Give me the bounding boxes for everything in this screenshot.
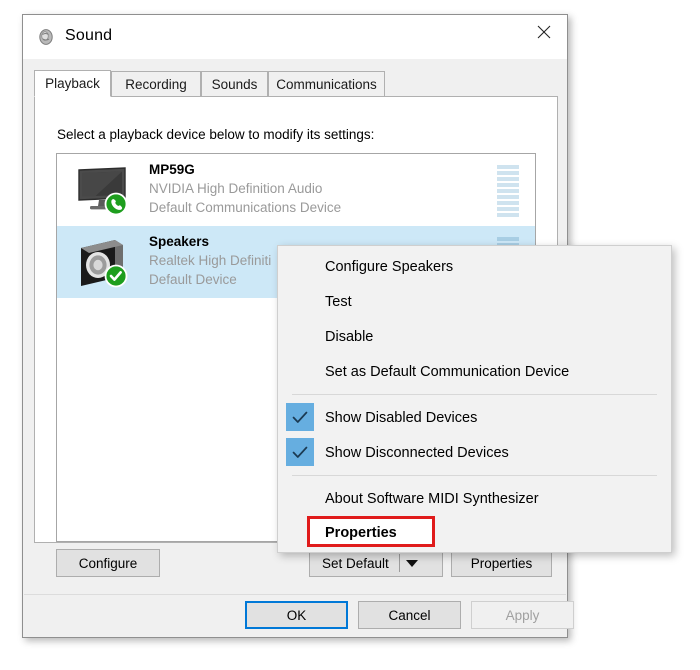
cancel-button[interactable]: Cancel — [358, 601, 461, 629]
tab-recording-label: Recording — [125, 76, 187, 92]
menu-item-label: Disable — [325, 328, 374, 345]
menu-item-label: About Software MIDI Synthesizer — [325, 490, 539, 507]
title-bar: Sound — [23, 15, 567, 59]
footer-divider — [24, 594, 566, 595]
apply-button: Apply — [471, 601, 574, 629]
cancel-button-label: Cancel — [388, 607, 431, 623]
menu-item-about-software-midi-synthesizer[interactable]: About Software MIDI Synthesizer — [278, 481, 671, 516]
device-action-row: Configure Set Default Properties — [23, 549, 567, 593]
menu-item-show-disabled-devices[interactable]: Show Disabled Devices — [278, 400, 671, 435]
menu-item-label: Set as Default Communication Device — [325, 363, 570, 380]
configure-button[interactable]: Configure — [56, 549, 160, 577]
properties-button[interactable]: Properties — [451, 549, 552, 577]
meter-segment — [497, 183, 519, 187]
menu-item-test[interactable]: Test — [278, 284, 671, 319]
properties-button-label: Properties — [470, 555, 533, 571]
volume-meter — [497, 165, 519, 217]
device-status: Default Device — [149, 272, 237, 287]
tab-playback[interactable]: Playback — [34, 70, 111, 97]
meter-segment — [497, 207, 519, 211]
menu-item-label: Configure Speakers — [325, 258, 454, 275]
menu-item-configure-speakers[interactable]: Configure Speakers — [278, 249, 671, 284]
configure-button-label: Configure — [78, 555, 138, 571]
meter-segment — [497, 195, 519, 199]
chevron-down-icon[interactable] — [400, 559, 424, 567]
device-text-block: Speakers Realtek High Definiti Default D… — [149, 232, 271, 289]
device-driver: NVIDIA High Definition Audio — [149, 181, 323, 196]
menu-item-show-disconnected-devices[interactable]: Show Disconnected Devices — [278, 435, 671, 470]
set-default-split-button[interactable]: Set Default — [309, 549, 443, 577]
menu-item-label: Show Disabled Devices — [325, 409, 478, 426]
menu-item-label: Test — [325, 293, 352, 310]
menu-separator — [292, 475, 657, 476]
monitor-icon — [75, 164, 131, 216]
menu-item-disable[interactable]: Disable — [278, 319, 671, 354]
screenshot-root: Sound Playback Recording Sounds Communic… — [0, 0, 700, 670]
device-list-item[interactable]: MP59G NVIDIA High Definition Audio Defau… — [57, 154, 535, 226]
instruction-label: Select a playback device below to modify… — [57, 127, 375, 142]
dialog-footer: OK Cancel Apply — [23, 601, 574, 641]
speaker-icon — [37, 28, 55, 46]
set-default-button-label: Set Default — [322, 555, 389, 571]
ok-button[interactable]: OK — [245, 601, 348, 629]
menu-item-label: Show Disconnected Devices — [325, 444, 509, 461]
menu-separator — [292, 394, 657, 395]
apply-button-label: Apply — [505, 607, 540, 623]
meter-segment — [497, 165, 519, 169]
meter-segment — [497, 213, 519, 217]
checkmark-icon — [286, 403, 314, 431]
meter-segment — [497, 177, 519, 181]
meter-segment — [497, 237, 519, 241]
window-title: Sound — [65, 27, 113, 44]
speaker-box-icon — [75, 236, 131, 288]
tab-recording[interactable]: Recording — [111, 71, 201, 97]
tab-communications-label: Communications — [276, 76, 377, 92]
device-status: Default Communications Device — [149, 200, 342, 215]
context-menu[interactable]: Configure Speakers Test Disable Set as D… — [277, 245, 672, 553]
menu-item-set-as-default-communication-device[interactable]: Set as Default Communication Device — [278, 354, 671, 389]
close-icon[interactable] — [521, 15, 567, 49]
meter-segment — [497, 201, 519, 205]
tab-strip: Playback Recording Sounds Communications — [34, 70, 558, 97]
tab-playback-label: Playback — [45, 76, 100, 91]
meter-segment — [497, 171, 519, 175]
ok-button-label: OK — [286, 607, 307, 623]
tab-sounds[interactable]: Sounds — [201, 71, 268, 97]
meter-segment — [497, 189, 519, 193]
device-text-block: MP59G NVIDIA High Definition Audio Defau… — [149, 160, 341, 217]
menu-item-properties[interactable]: Properties — [278, 516, 671, 549]
checkmark-icon — [286, 438, 314, 466]
tab-sounds-label: Sounds — [211, 76, 258, 92]
menu-item-label: Properties — [325, 524, 397, 541]
tab-communications[interactable]: Communications — [268, 71, 385, 97]
device-name: Speakers — [149, 234, 210, 249]
device-driver: Realtek High Definiti — [149, 253, 272, 268]
device-name: MP59G — [149, 162, 195, 177]
